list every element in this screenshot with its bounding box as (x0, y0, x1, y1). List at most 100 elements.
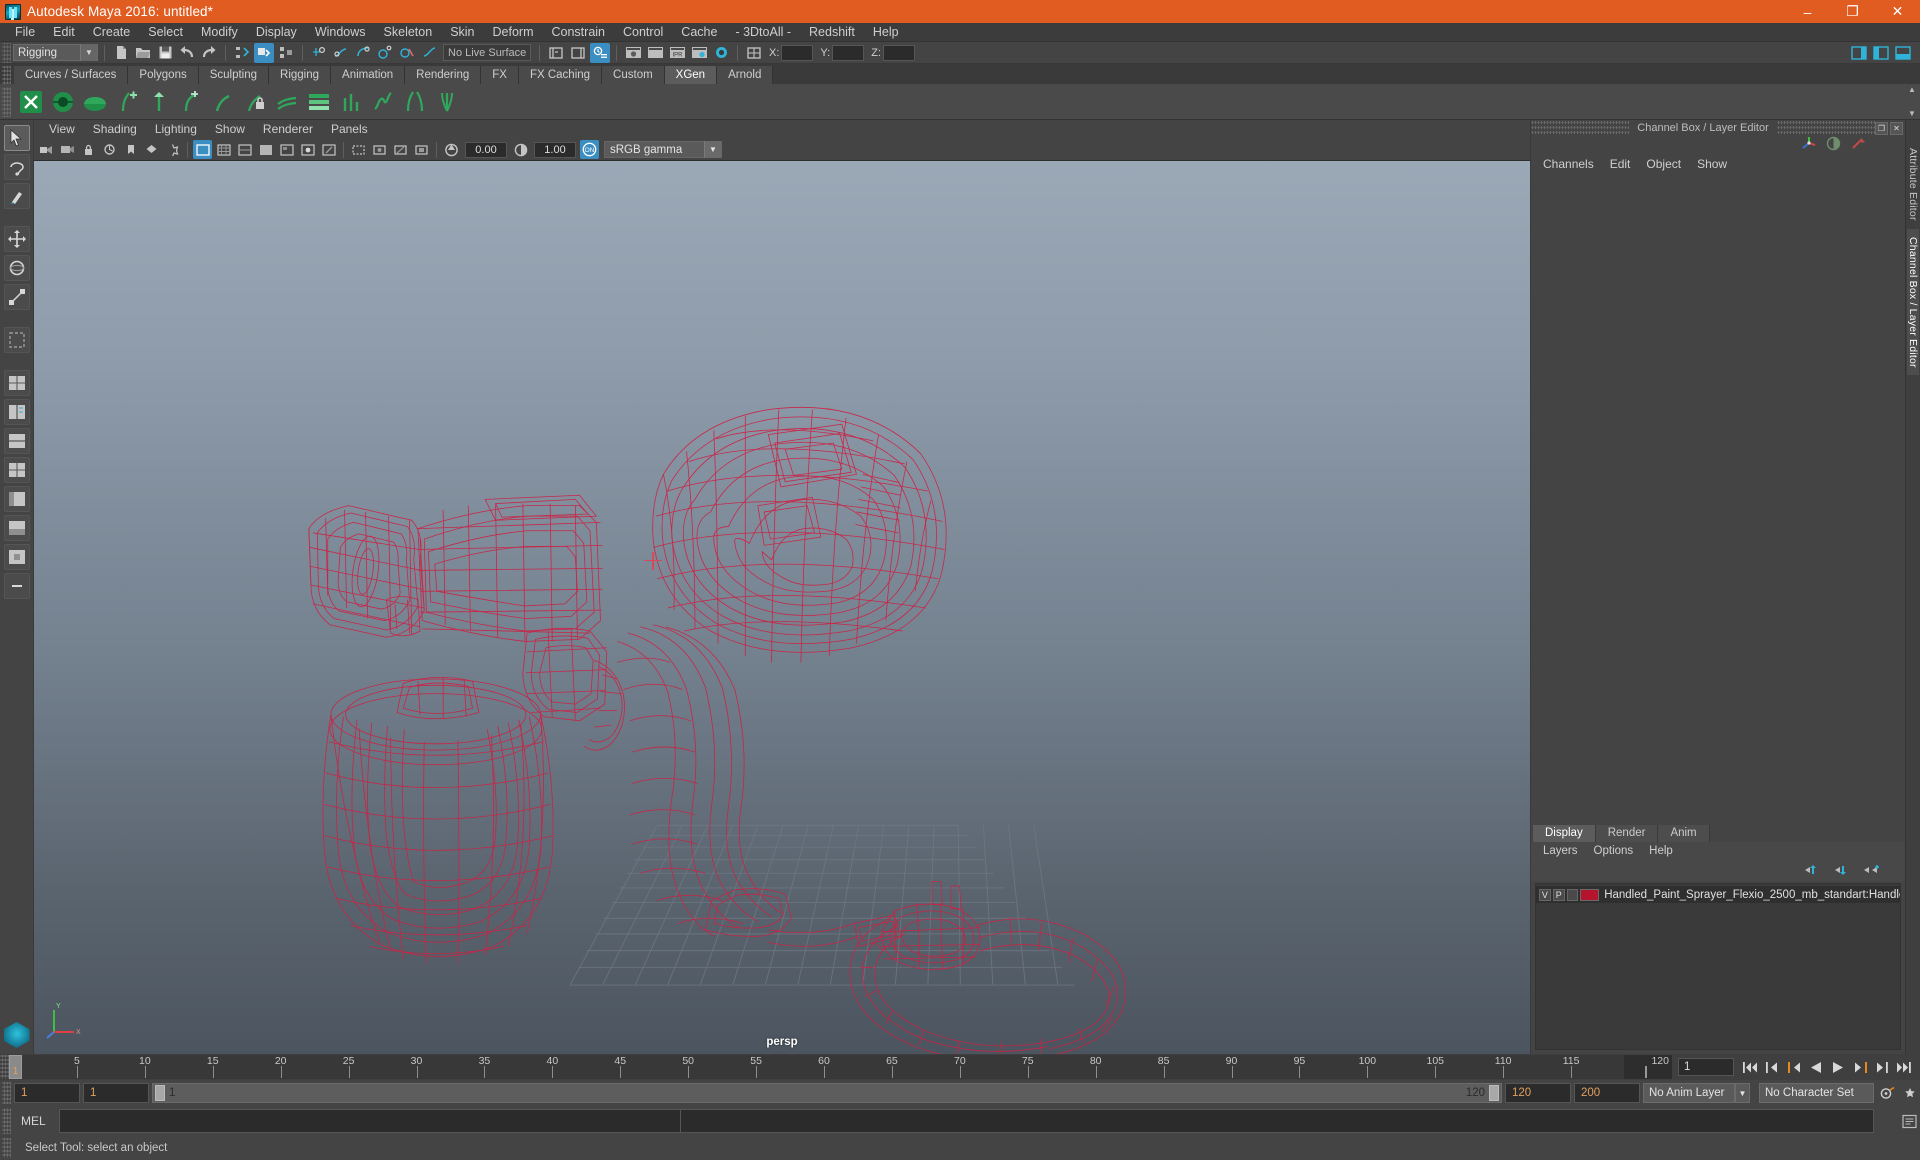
open-attribute-editor-icon[interactable] (590, 42, 610, 63)
chevron-down-icon[interactable]: ▼ (80, 44, 97, 61)
minimize-button[interactable]: – (1785, 0, 1830, 23)
menu-create[interactable]: Create (84, 23, 140, 42)
lock-camera-icon[interactable] (79, 140, 98, 159)
last-tool-icon[interactable] (3, 327, 30, 353)
redo-icon[interactable] (199, 43, 219, 63)
play-forwards-icon[interactable] (1828, 1057, 1848, 1077)
viewport-menu-show[interactable]: Show (206, 120, 254, 139)
persp-graph-icon[interactable] (3, 515, 30, 541)
tab-render[interactable]: Render (1595, 825, 1659, 842)
scale-tool-icon[interactable] (3, 284, 30, 310)
range-slider-bar[interactable]: 1 120 (152, 1083, 1502, 1103)
shelf-tab-sculpting[interactable]: Sculpting (198, 66, 270, 84)
layer-name[interactable]: Handled_Paint_Sprayer_Flexio_2500_mb_sta… (1604, 889, 1900, 901)
xgen-sculpt-guide-icon[interactable] (208, 87, 238, 117)
new-scene-icon[interactable] (111, 43, 131, 63)
menu-constrain[interactable]: Constrain (543, 23, 615, 42)
exposure-icon[interactable] (442, 140, 461, 159)
command-language-label[interactable]: MEL (11, 1114, 59, 1128)
move-tool-icon[interactable] (3, 226, 30, 252)
step-back-frame-icon[interactable] (1762, 1057, 1782, 1077)
step-back-key-icon[interactable] (1784, 1057, 1804, 1077)
xgen-dome-icon[interactable] (80, 87, 110, 117)
shelf-scroll-arrows[interactable]: ▲ ▼ (1906, 86, 1918, 118)
current-time-indicator[interactable]: 1 (9, 1055, 22, 1079)
layer-menu-options[interactable]: Options (1586, 842, 1642, 861)
step-forward-key-icon[interactable] (1850, 1057, 1870, 1077)
hypershade-layout-icon[interactable] (3, 544, 30, 570)
select-by-component-icon[interactable] (276, 43, 296, 63)
shaded-wireframe-icon[interactable] (256, 140, 275, 159)
xgen-part-icon[interactable] (400, 87, 430, 117)
menu-file[interactable]: File (6, 23, 44, 42)
viewport-menu-shading[interactable]: Shading (84, 120, 146, 139)
xray-joints-icon[interactable] (391, 140, 410, 159)
rotate-tool-icon[interactable] (3, 255, 30, 281)
image-plane-icon[interactable] (142, 140, 161, 159)
two-sided-lighting-icon[interactable] (163, 140, 182, 159)
shadows-icon[interactable] (319, 140, 338, 159)
open-scene-icon[interactable] (133, 43, 153, 63)
menu-3dtoall[interactable]: - 3DtoAll - (726, 23, 800, 42)
flat-shade-icon[interactable] (235, 140, 254, 159)
menu-cache[interactable]: Cache (672, 23, 726, 42)
color-management-selector[interactable]: sRGB gamma ▼ (604, 141, 722, 158)
smooth-shade-icon[interactable] (214, 140, 233, 159)
layer-playback-toggle[interactable]: P (1552, 888, 1565, 901)
menu-select[interactable]: Select (139, 23, 192, 42)
layer-shading-toggle[interactable] (1566, 888, 1579, 901)
coord-z-field[interactable] (882, 44, 915, 61)
more-layouts-icon[interactable] (3, 573, 30, 599)
viewport-menu-lighting[interactable]: Lighting (146, 120, 206, 139)
single-view-icon[interactable] (3, 370, 30, 396)
move-layer-up-icon[interactable] (1803, 864, 1819, 879)
lights-icon[interactable] (298, 140, 317, 159)
snap-to-projected-center-icon[interactable] (375, 43, 395, 63)
xgen-comb-icon[interactable] (272, 87, 302, 117)
xray-icon[interactable] (370, 140, 389, 159)
go-to-start-icon[interactable] (1740, 1057, 1760, 1077)
range-end-field[interactable]: 120 (1505, 1083, 1571, 1103)
select-camera-icon[interactable] (37, 140, 56, 159)
animation-preferences-icon[interactable] (1900, 1083, 1920, 1103)
layer-visibility-toggle[interactable]: V (1539, 888, 1551, 901)
auto-keyframe-icon[interactable] (1877, 1083, 1897, 1103)
command-line-grip[interactable] (2, 1108, 11, 1134)
menu-display[interactable]: Display (247, 23, 306, 42)
menu-help[interactable]: Help (864, 23, 908, 42)
anim-layer-selector[interactable]: No Anim Layer ▼ (1643, 1083, 1750, 1103)
channel-menu-edit[interactable]: Edit (1602, 154, 1639, 174)
range-slider-grip[interactable] (2, 1082, 11, 1104)
chevron-up-icon[interactable]: ▲ (1906, 86, 1918, 94)
create-new-layer-icon[interactable] (1863, 864, 1879, 879)
step-forward-frame-icon[interactable] (1872, 1057, 1892, 1077)
shelf-tab-polygons[interactable]: Polygons (128, 66, 199, 84)
shelf-tab-fx-caching[interactable]: FX Caching (518, 66, 603, 84)
gamma-field[interactable]: 1.00 (534, 141, 576, 158)
move-layer-down-icon[interactable] (1833, 864, 1849, 879)
snap-to-grid-icon[interactable] (309, 43, 329, 63)
animation-end-field[interactable]: 200 (1574, 1083, 1640, 1103)
shelf-grip[interactable] (2, 66, 11, 84)
persp-outliner-icon[interactable] (3, 486, 30, 512)
menu-redshift[interactable]: Redshift (800, 23, 864, 42)
viewport-menu-panels[interactable]: Panels (322, 120, 377, 139)
table-row[interactable]: V P Handled_Paint_Sprayer_Flexio_2500_mb… (1536, 886, 1900, 903)
channel-menu-object[interactable]: Object (1638, 154, 1689, 174)
toggle-attribute-editor-icon[interactable] (1871, 43, 1891, 63)
bookmark-icon[interactable] (121, 140, 140, 159)
3d-viewport[interactable]: Y X persp (34, 161, 1530, 1054)
select-tool-icon[interactable] (3, 125, 30, 151)
coord-y-field[interactable] (832, 44, 865, 61)
vtab-channel-box[interactable]: Channel Box / Layer Editor (1907, 228, 1919, 376)
chevron-down-icon[interactable]: ▼ (1735, 1083, 1750, 1103)
menu-skeleton[interactable]: Skeleton (375, 23, 442, 42)
xgen-lock-guide-icon[interactable] (240, 87, 270, 117)
current-frame-field[interactable]: 1 (1678, 1058, 1734, 1076)
snap-to-curve-icon[interactable] (331, 43, 351, 63)
xgen-sphere-icon[interactable] (48, 87, 78, 117)
live-surface-field[interactable]: No Live Surface (443, 44, 531, 61)
tab-anim[interactable]: Anim (1658, 825, 1710, 842)
panel-grip-right[interactable] (1776, 120, 1875, 136)
help-line-grip[interactable] (2, 1138, 11, 1158)
